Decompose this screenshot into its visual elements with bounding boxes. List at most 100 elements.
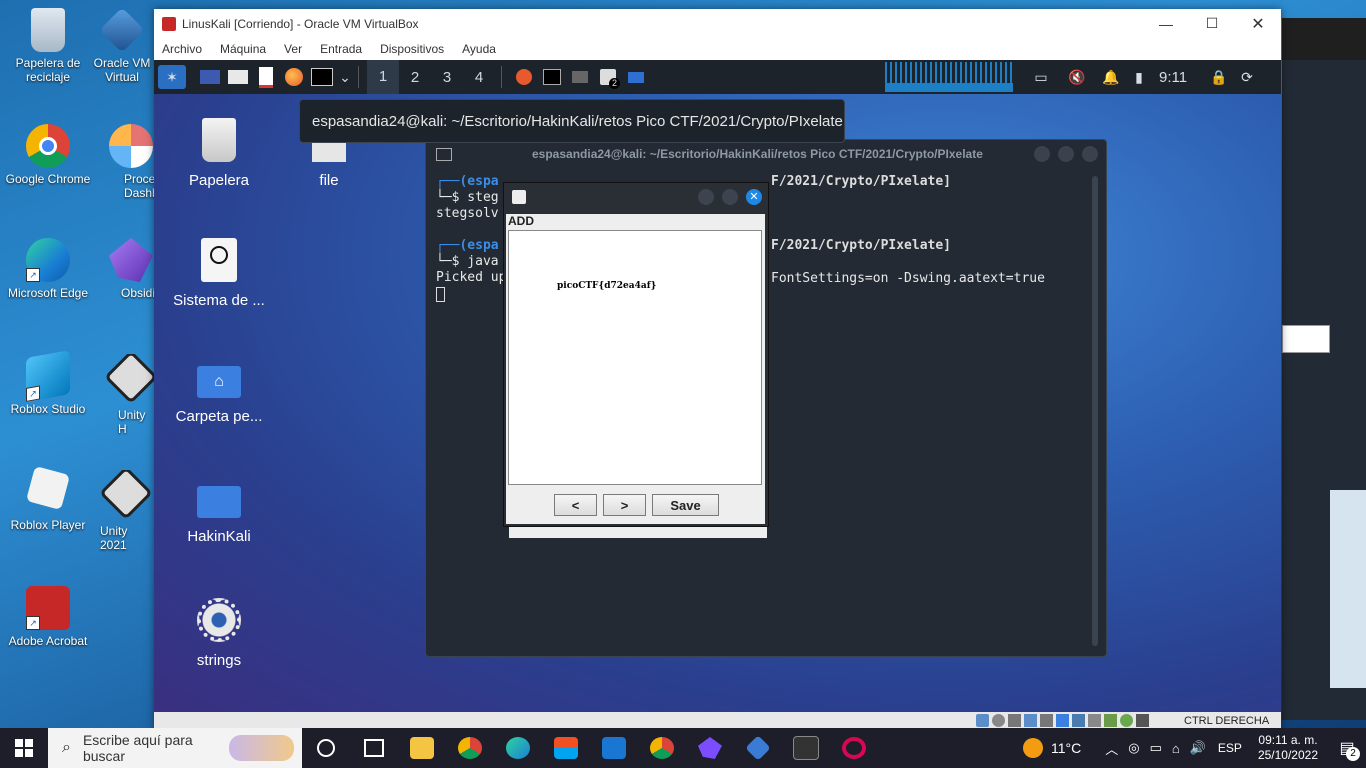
desktop-icon-obsidian[interactable]: Obsidi [106, 238, 156, 300]
maximize-icon[interactable]: ☐ [1189, 15, 1235, 32]
background-window-light[interactable] [1330, 490, 1366, 688]
desktop-icon-edge[interactable]: ↗ Microsoft Edge [2, 238, 94, 300]
shared-folder-status-icon[interactable] [1056, 714, 1069, 727]
start-button[interactable] [0, 728, 48, 768]
minimize-button[interactable] [1034, 146, 1050, 162]
hdd-status-icon[interactable] [976, 714, 989, 727]
volume-icon[interactable]: 🔊 [1190, 740, 1206, 756]
weather-icon[interactable] [1022, 738, 1043, 758]
network-status-icon[interactable] [1024, 714, 1037, 727]
network-icon[interactable]: ⌂ [1172, 741, 1180, 756]
terminal-launcher-icon[interactable] [308, 65, 336, 89]
background-window-top[interactable] [1282, 18, 1366, 60]
audio-status-icon[interactable] [1008, 714, 1021, 727]
background-window-white[interactable] [1282, 325, 1330, 353]
recording-status-icon[interactable] [1088, 714, 1101, 727]
show-desktop-icon[interactable] [196, 65, 224, 89]
lock-icon[interactable]: 🔒 [1205, 65, 1233, 89]
mail-taskbar-icon[interactable] [590, 728, 638, 768]
menu-maquina[interactable]: Máquina [220, 42, 266, 56]
desktop-icon-chrome[interactable]: Google Chrome [2, 124, 94, 186]
desktop-icon-adobe-acrobat[interactable]: ↗ Adobe Acrobat [2, 586, 94, 648]
chrome-taskbar-icon[interactable] [446, 728, 494, 768]
desktop-icon-roblox-studio[interactable]: ↗ Roblox Studio [2, 350, 94, 416]
text-editor-icon[interactable] [252, 65, 280, 89]
power-icon[interactable]: ⟳ [1233, 65, 1261, 89]
menu-dispositivos[interactable]: Dispositivos [380, 42, 444, 56]
host-key-label[interactable]: CTRL DERECHA [1184, 715, 1269, 727]
weather-temperature[interactable]: 11°C [1051, 740, 1081, 756]
store-taskbar-icon[interactable] [542, 728, 590, 768]
menu-ver[interactable]: Ver [284, 42, 302, 56]
mute-icon[interactable]: 🔇 [1063, 65, 1091, 89]
edge-taskbar-icon[interactable] [494, 728, 542, 768]
battery-icon[interactable]: ▮ [1125, 65, 1153, 89]
kali-icon-strings[interactable]: strings [164, 598, 274, 669]
dialog-title-bar[interactable]: ✕ [504, 183, 768, 211]
workspace-3[interactable]: 3 [431, 69, 463, 86]
chrome-profile-taskbar-icon[interactable] [638, 728, 686, 768]
file-explorer-taskbar-icon[interactable] [398, 728, 446, 768]
desktop-icon-virtualbox[interactable]: Oracle VM Virtual [92, 8, 152, 84]
workspace-4[interactable]: 4 [463, 69, 495, 86]
workspace-2[interactable]: 2 [399, 69, 431, 86]
terminal-task-icon[interactable] [538, 65, 566, 89]
terminal-scrollbar[interactable] [1092, 176, 1098, 646]
input-language[interactable]: ESP [1218, 741, 1242, 755]
save-button[interactable]: Save [652, 494, 719, 516]
workspace-1[interactable]: 1 [367, 60, 399, 94]
taskbar-search-box[interactable]: ⌕ Escribe aquí para buscar [48, 728, 302, 768]
chevron-down-icon[interactable]: ⌄ [336, 65, 354, 89]
cpu-status-icon[interactable] [1104, 714, 1117, 727]
widgets-button[interactable] [350, 728, 398, 768]
java-task-icon[interactable]: 2 [594, 65, 622, 89]
firefox-task-icon[interactable] [510, 65, 538, 89]
menu-entrada[interactable]: Entrada [320, 42, 362, 56]
debian-taskbar-icon[interactable] [830, 728, 878, 768]
mouse-status-icon[interactable] [1120, 714, 1133, 727]
maximize-button[interactable] [1058, 146, 1074, 162]
maximize-button[interactable] [722, 189, 738, 205]
display-icon[interactable]: ▭ [1150, 740, 1162, 756]
virtualbox-taskbar-icon[interactable] [734, 728, 782, 768]
folder-task-icon[interactable] [622, 65, 650, 89]
kali-icon-hakinkali[interactable]: HakinKali [164, 478, 274, 545]
menu-archivo[interactable]: Archivo [162, 42, 202, 56]
panel-clock[interactable]: 9:11 [1159, 69, 1199, 86]
kali-icon-sistema[interactable]: Sistema de ... [164, 238, 274, 309]
minimize-button[interactable] [698, 189, 714, 205]
usb-status-icon[interactable] [1040, 714, 1053, 727]
taskbar-clock[interactable]: 09:11 a. m. 25/10/2022 [1258, 733, 1318, 763]
terminal-title-bar[interactable]: espasandia24@kali: ~/Escritorio/HakinKal… [426, 140, 1106, 168]
next-button[interactable]: > [603, 494, 646, 516]
desktop-icon-unity-hub[interactable]: Unity H [106, 354, 156, 436]
close-button[interactable] [1082, 146, 1098, 162]
display-status-icon[interactable] [1072, 714, 1085, 727]
optical-status-icon[interactable] [992, 714, 1005, 727]
kali-icon-papelera[interactable]: Papelera [164, 118, 274, 189]
stegsolve-dialog[interactable]: ✕ ADD picoCTF{d72ea4af} < > Save [503, 182, 769, 527]
guest-screen[interactable]: ✶ ⌄ 1 2 3 4 2 ▭ 🔇 🔔 ▮ 9:11 🔒 ⟳ Papelera … [154, 60, 1281, 712]
close-icon[interactable]: ✕ [1235, 14, 1281, 34]
obsidian-taskbar-icon[interactable] [686, 728, 734, 768]
kali-menu-icon[interactable]: ✶ [158, 65, 186, 89]
desktop-icon-unity-2021[interactable]: Unity 2021 [96, 470, 156, 552]
keyboard-status-icon[interactable] [1136, 714, 1149, 727]
network-icon[interactable]: ▭ [1027, 65, 1055, 89]
meet-icon[interactable]: ◎ [1128, 740, 1139, 756]
desktop-icon-process-dashboard[interactable]: Proce Dashbo [106, 124, 156, 200]
task-view-button[interactable] [302, 728, 350, 768]
file-manager-icon[interactable] [224, 65, 252, 89]
minimize-icon[interactable]: — [1143, 16, 1189, 32]
menu-ayuda[interactable]: Ayuda [462, 42, 496, 56]
close-button[interactable]: ✕ [746, 189, 762, 205]
window-task-icon[interactable] [566, 65, 594, 89]
notification-center-button[interactable]: ▤ 2 [1332, 728, 1362, 768]
virtualbox-title-bar[interactable]: LinusKali [Corriendo] - Oracle VM Virtua… [154, 9, 1281, 38]
previous-button[interactable]: < [554, 494, 597, 516]
firefox-icon[interactable] [280, 65, 308, 89]
kali-icon-carpeta-personal[interactable]: ⌂ Carpeta pe... [164, 358, 274, 425]
kali-vm-taskbar-icon[interactable] [782, 728, 830, 768]
chevron-up-icon[interactable]: ︿ [1105, 739, 1118, 758]
bell-icon[interactable]: 🔔 [1097, 65, 1125, 89]
